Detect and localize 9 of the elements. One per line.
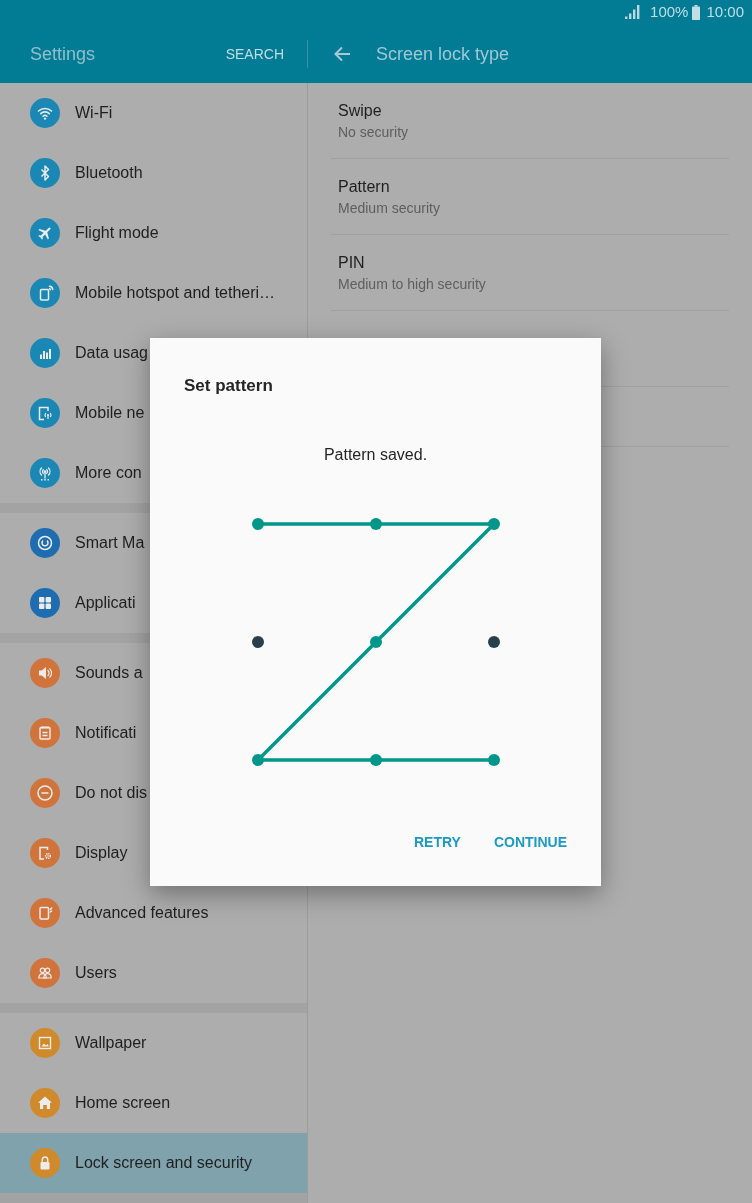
option-description: No security	[338, 123, 409, 142]
page-title: Screen lock type	[376, 42, 510, 66]
header-title: Settings	[30, 42, 96, 66]
dialog-title: Set pattern	[184, 376, 273, 395]
clock: 10:00	[706, 3, 744, 21]
battery-level: 100%	[650, 3, 689, 21]
status-message: Pattern saved.	[323, 445, 428, 465]
option-description: Medium to high security	[338, 275, 486, 294]
option-description: Medium security	[338, 199, 440, 218]
